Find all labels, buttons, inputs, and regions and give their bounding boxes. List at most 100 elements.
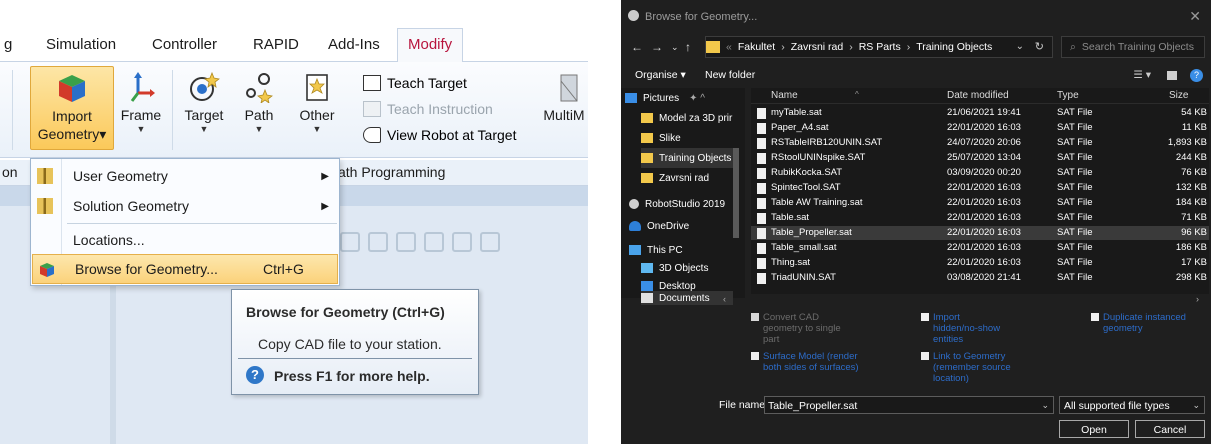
chevron-down-icon[interactable]: ⌄	[1041, 400, 1049, 411]
file-row[interactable]: RStoolUNINspike.SAT 25/07/2020 13:04 SAT F…	[751, 151, 1209, 165]
breadcrumb-training-objects[interactable]: Training Objects	[916, 41, 992, 53]
tab-partial[interactable]: g	[4, 36, 12, 53]
nav-item-robotstudio-2019[interactable]: RobotStudio 2019	[629, 194, 741, 214]
checkbox-icon	[751, 352, 759, 360]
convert-cad-checkbox[interactable]: Convert CAD geometry to single part	[751, 312, 901, 345]
breadcrumb-zavrsni-rad[interactable]: Zavrsni rad	[791, 41, 844, 53]
search-input[interactable]: ⌕ Search Training Objects	[1061, 36, 1205, 58]
scroll-left-icon[interactable]: ‹	[723, 294, 726, 304]
teach-target-button[interactable]: Teach Target	[363, 72, 467, 94]
menu-item-solution-geometry[interactable]: Solution Geometry ▶	[31, 191, 339, 221]
file-row[interactable]: Table_small.sat 22/01/2020 16:03 SAT File 1…	[751, 241, 1209, 255]
file-row[interactable]: Paper_A4.sat 22/01/2020 16:03 SAT File 11 K…	[751, 121, 1209, 135]
file-row[interactable]: Table AW Training.sat 22/01/2020 16:03 SAT…	[751, 196, 1209, 210]
frame-button[interactable]: Frame ▼	[116, 66, 166, 150]
import-geometry-icon	[39, 262, 55, 278]
file-row[interactable]: Thing.sat 22/01/2020 16:03 SAT File 17 KB	[751, 256, 1209, 270]
file-row[interactable]: Table.sat 22/01/2020 16:03 SAT File 71 KB	[751, 211, 1209, 225]
file-row[interactable]: RSTableIRB120UNIN.SAT 24/07/2020 20:06 SAT…	[751, 136, 1209, 150]
cancel-button[interactable]: Cancel	[1135, 420, 1205, 438]
tab-simulation[interactable]: Simulation	[46, 36, 116, 53]
other-button[interactable]: Other ▼	[290, 66, 344, 150]
file-type-select[interactable]: All supported file types ⌄	[1059, 396, 1205, 414]
import-geometry-button[interactable]: Import Geometry▾	[30, 66, 114, 150]
target-button[interactable]: Target ▼	[178, 66, 230, 150]
column-name[interactable]: Name	[771, 90, 798, 101]
link-to-geometry-checkbox[interactable]: Link to Geometry (remember source location…	[921, 351, 1071, 384]
file-date: 22/01/2020 16:03	[947, 227, 1021, 238]
group-label-left: on	[2, 164, 18, 180]
checkbox-icon	[751, 313, 759, 321]
tab-controller[interactable]: Controller	[152, 36, 217, 53]
robotstudio-logo-icon	[628, 10, 639, 21]
nav-item-model-za-3d[interactable]: Model za 3D prir	[641, 108, 753, 128]
import-hidden-checkbox[interactable]: Import hidden/no-show entities	[921, 312, 1071, 345]
file-row[interactable]: TriadUNIN.SAT 03/08/2020 21:41 SAT File 298…	[751, 271, 1209, 285]
computer-icon	[629, 245, 641, 255]
help-icon[interactable]: ?	[1190, 69, 1203, 82]
file-row[interactable]: RubikKocka.SAT 03/09/2020 00:20 SAT File 76…	[751, 166, 1209, 180]
view-robot-at-target-button[interactable]: View Robot at Target	[363, 124, 516, 146]
folder-icon	[641, 113, 653, 123]
back-arrow-icon[interactable]: ←	[631, 40, 643, 54]
horizontal-scrollbar[interactable]: ‹ ›	[621, 294, 1211, 307]
menu-item-browse-for-geometry[interactable]: Browse for Geometry... Ctrl+G	[32, 254, 338, 284]
forward-arrow-icon[interactable]: →	[651, 40, 663, 54]
open-button[interactable]: Open	[1059, 420, 1129, 438]
scroll-right-icon[interactable]: ›	[1196, 294, 1199, 304]
duplicate-instanced-checkbox[interactable]: Duplicate instanced geometry	[1091, 312, 1201, 334]
up-arrow-icon[interactable]: ↑	[685, 40, 691, 54]
other-icon	[290, 68, 344, 106]
new-folder-button[interactable]: New folder	[705, 69, 755, 81]
group-label-path-programming: ath Programming	[338, 164, 446, 180]
nav-item-3d-objects[interactable]: 3D Objects	[641, 258, 753, 278]
recent-locations-chevron-icon[interactable]: ⌄	[671, 42, 679, 53]
file-type: SAT File	[1057, 257, 1093, 268]
close-icon[interactable]: ✕	[1189, 8, 1201, 25]
file-date: 22/01/2020 16:03	[947, 197, 1021, 208]
file-type: SAT File	[1057, 152, 1093, 163]
file-name-input[interactable]: Table_Propeller.sat ⌄	[764, 396, 1054, 414]
dialog-toolbar: Organise ▾ New folder ☰ ▾ ?	[621, 66, 1211, 86]
teach-instruction-button[interactable]: Teach Instruction	[363, 98, 493, 120]
tab-modify[interactable]: Modify	[397, 28, 464, 63]
menu-item-locations[interactable]: Locations...	[31, 225, 339, 255]
chevron-down-icon: ▼	[136, 124, 146, 134]
nav-item-pictures[interactable]: Pictures ✦ ^	[625, 88, 737, 108]
navigation-scrollbar[interactable]	[733, 148, 739, 238]
tab-add-ins[interactable]: Add-Ins	[328, 36, 380, 53]
address-bar[interactable]: « Fakultet › Zavrsni rad › RS Parts › Tr…	[705, 36, 1053, 58]
organise-button[interactable]: Organise ▾	[635, 69, 686, 81]
tab-rapid[interactable]: RAPID	[253, 36, 299, 53]
file-row[interactable]: myTable.sat 21/06/2021 19:41 SAT File 54 KB	[751, 106, 1209, 120]
breadcrumb-fakultet[interactable]: Fakultet	[738, 41, 775, 53]
nav-item-onedrive[interactable]: OneDrive	[629, 216, 741, 236]
column-size[interactable]: Size	[1169, 90, 1188, 101]
sort-indicator-icon: ^	[855, 90, 859, 99]
chevron-down-icon[interactable]: ⌄	[1016, 41, 1024, 52]
nav-item-training-objects[interactable]: Training Objects	[641, 148, 733, 168]
column-type[interactable]: Type	[1057, 90, 1079, 101]
ribbon-commands: Import Geometry▾ Frame ▼ Target ▼ Path ▼…	[0, 62, 588, 158]
file-row[interactable]: Table_Propeller.sat 22/01/2020 16:03 SAT F…	[751, 226, 1209, 240]
breadcrumb-rs-parts[interactable]: RS Parts	[859, 41, 901, 53]
import-geometry-menu: User Geometry ▶ Solution Geometry ▶ Loca…	[30, 158, 340, 286]
preview-pane-icon[interactable]	[1167, 71, 1177, 80]
file-row[interactable]: SpintecTool.SAT 22/01/2020 16:03 SAT File 1…	[751, 181, 1209, 195]
file-name: RubikKocka.SAT	[771, 167, 843, 178]
path-button[interactable]: Path ▼	[236, 66, 282, 150]
nav-item-this-pc[interactable]: This PC	[629, 240, 741, 260]
refresh-icon[interactable]: ↻	[1035, 40, 1044, 53]
column-date-modified[interactable]: Date modified	[947, 90, 1009, 101]
tooltip-separator	[238, 358, 472, 359]
toolbar-icon	[424, 232, 444, 252]
nav-item-slike[interactable]: Slike	[641, 128, 753, 148]
chevron-down-icon: ▼	[199, 124, 209, 134]
menu-item-user-geometry[interactable]: User Geometry ▶	[31, 161, 339, 191]
folder-icon	[641, 133, 653, 143]
submenu-arrow-icon: ▶	[321, 200, 329, 212]
change-view-icon[interactable]: ☰ ▾	[1133, 69, 1151, 81]
surface-model-checkbox[interactable]: Surface Model (render both sides of surfa…	[751, 351, 901, 373]
multimove-button[interactable]: MultiM	[540, 66, 588, 150]
import-options: Convert CAD geometry to single part Import…	[621, 308, 1211, 388]
